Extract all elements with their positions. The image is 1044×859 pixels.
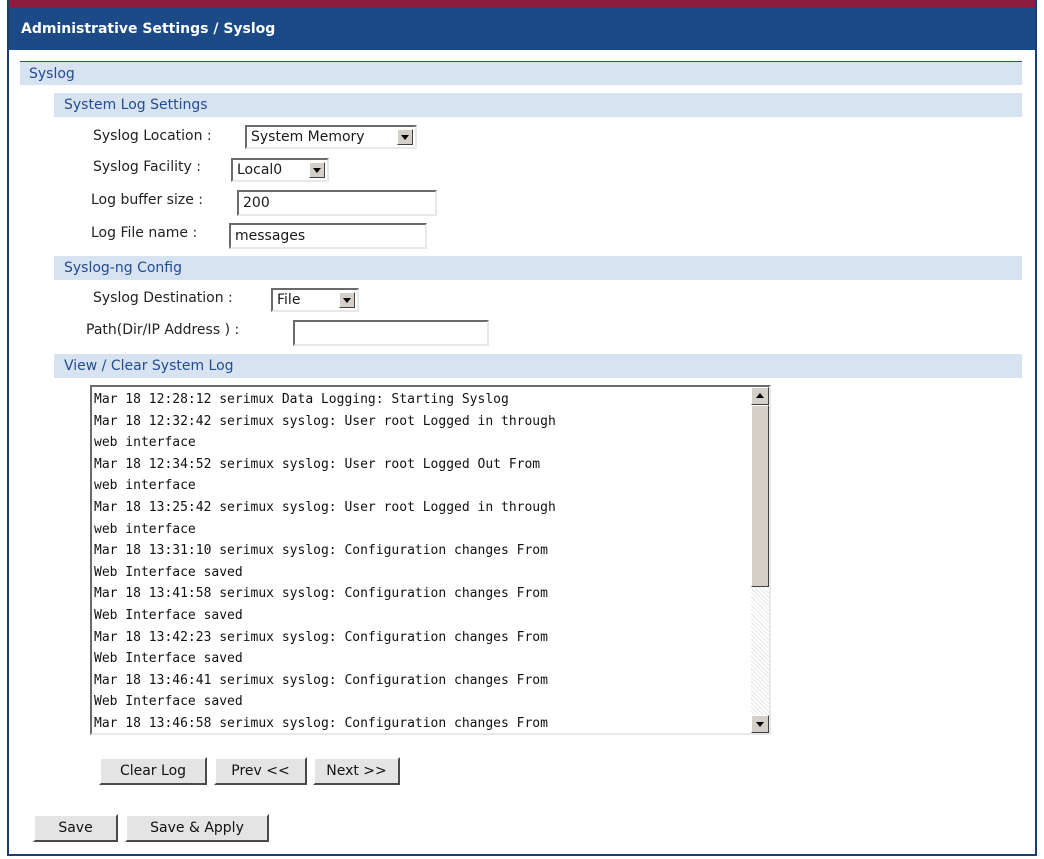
syslog-facility-label: Syslog Facility : — [93, 159, 201, 175]
log-scrollbar[interactable] — [751, 387, 769, 733]
log-buffer-size-label: Log buffer size : — [91, 192, 203, 208]
log-line: Mar 18 13:25:42 serimux syslog: User roo… — [94, 499, 556, 515]
log-file-name-input[interactable]: messages — [229, 223, 427, 249]
save-button[interactable]: Save — [33, 814, 118, 842]
syslog-location-value: System Memory — [251, 129, 365, 145]
scroll-down-arrow-icon[interactable] — [751, 715, 769, 733]
log-line: Web Interface saved — [94, 694, 243, 710]
path-label: Path(Dir/IP Address ) : — [86, 322, 240, 338]
log-line: web interface — [94, 478, 196, 494]
log-line: Mar 18 13:42:23 serimux syslog: Configur… — [94, 629, 548, 645]
section-view-clear-log: View / Clear System Log — [54, 354, 1022, 378]
path-input[interactable] — [293, 320, 489, 346]
log-line: Mar 18 13:46:58 serimux syslog: Configur… — [94, 715, 548, 731]
log-line: Web Interface saved — [94, 564, 243, 580]
log-line: web interface — [94, 521, 196, 537]
syslog-location-label: Syslog Location : — [93, 128, 212, 144]
log-buffer-size-input[interactable]: 200 — [237, 190, 437, 216]
section-syslog-ng-config: Syslog-ng Config — [54, 256, 1022, 280]
clear-log-button[interactable]: Clear Log — [99, 757, 207, 785]
next-button[interactable]: Next >> — [313, 757, 400, 785]
section-system-log-settings: System Log Settings — [54, 93, 1022, 117]
syslog-destination-value: File — [277, 292, 301, 308]
scroll-up-arrow-icon[interactable] — [751, 387, 769, 405]
log-line: Mar 18 12:34:52 serimux syslog: User roo… — [94, 456, 541, 472]
log-content: Mar 18 12:28:12 serimux Data Logging: St… — [94, 389, 744, 733]
log-line: Mar 18 13:41:58 serimux syslog: Configur… — [94, 586, 548, 602]
log-line: web interface — [94, 435, 196, 451]
prev-button[interactable]: Prev << — [214, 757, 307, 785]
syslog-destination-select[interactable]: File — [271, 288, 359, 312]
log-file-name-label: Log File name : — [91, 225, 198, 241]
log-line: Mar 18 13:31:10 serimux syslog: Configur… — [94, 543, 548, 559]
page-title: Administrative Settings / Syslog — [9, 8, 1035, 50]
syslog-location-select[interactable]: System Memory — [245, 125, 417, 149]
chevron-down-icon[interactable] — [339, 292, 355, 308]
syslog-facility-value: Local0 — [237, 162, 283, 178]
log-line: Mar 18 12:28:12 serimux Data Logging: St… — [94, 392, 509, 407]
chevron-down-icon[interactable] — [309, 162, 325, 178]
chevron-down-icon[interactable] — [397, 129, 413, 145]
log-line: Mar 18 12:32:42 serimux syslog: User roo… — [94, 413, 556, 429]
log-line: Web Interface saved — [94, 651, 243, 667]
system-log-textarea[interactable]: Mar 18 12:28:12 serimux Data Logging: St… — [90, 385, 771, 735]
save-apply-button[interactable]: Save & Apply — [125, 814, 269, 842]
scrollbar-thumb[interactable] — [751, 405, 769, 587]
section-syslog: Syslog — [20, 61, 1022, 85]
log-line: Mar 18 13:46:41 serimux syslog: Configur… — [94, 672, 548, 688]
syslog-facility-select[interactable]: Local0 — [231, 158, 329, 182]
syslog-destination-label: Syslog Destination : — [93, 290, 233, 306]
log-line: Web Interface saved — [94, 607, 243, 623]
top-accent-strip — [9, 0, 1035, 8]
